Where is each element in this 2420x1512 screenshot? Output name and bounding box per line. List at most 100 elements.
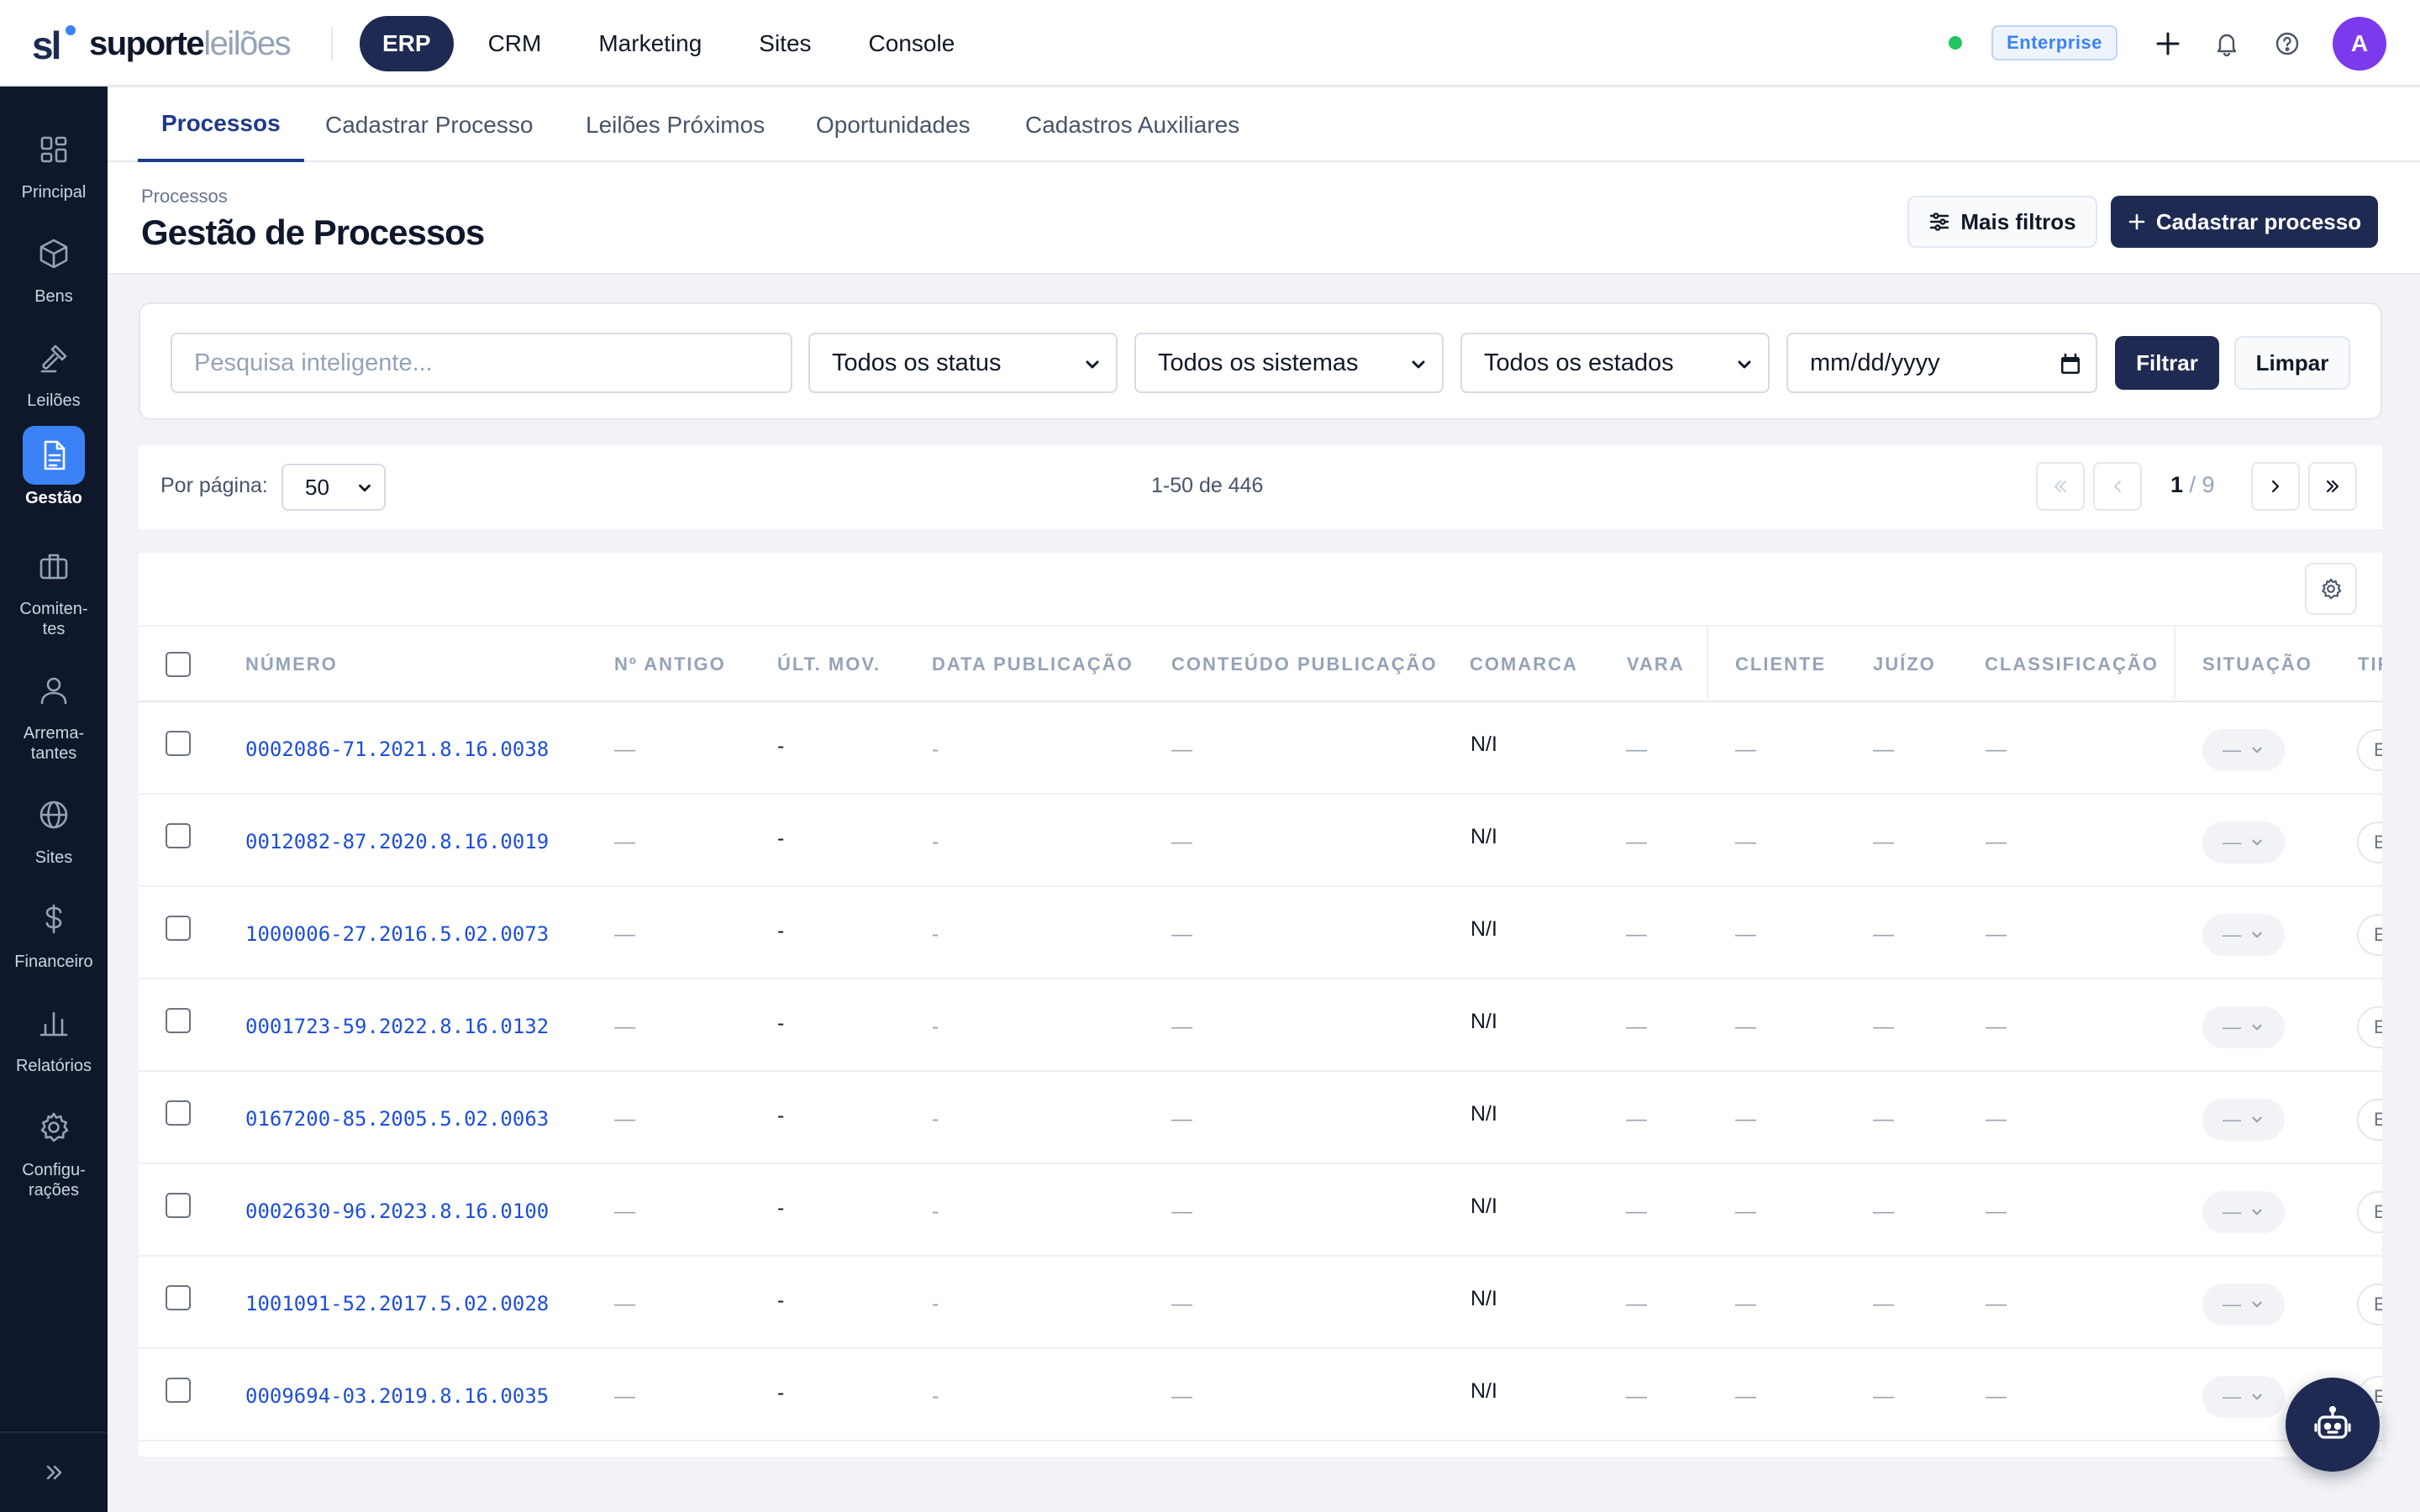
bell-icon[interactable] (2208, 25, 2245, 62)
tab-processos[interactable]: Processos (138, 88, 304, 162)
situation-select[interactable]: — (2202, 729, 2285, 771)
process-number-link[interactable]: 0009694-03.2019.8.16.0035 (245, 1384, 549, 1408)
column-header-juizo[interactable]: JUÍZO (1873, 627, 1936, 702)
row-checkbox[interactable] (166, 916, 191, 941)
situation-select[interactable]: — (2202, 1099, 2285, 1141)
situation-select[interactable]: — (2202, 1191, 2285, 1233)
sidebar-item-bens[interactable]: Bens (0, 224, 108, 307)
row-checkbox[interactable] (166, 1378, 191, 1403)
apply-filter-button[interactable]: Filtrar (2115, 336, 2219, 390)
table-row[interactable]: 0002630-96.2023.8.16.0100 — - - — N/I — — — — — E (139, 1164, 2382, 1257)
column-header-situacao[interactable]: SITUAÇÃO (2202, 627, 2312, 702)
last-page-button[interactable] (2308, 462, 2357, 511)
type-badge[interactable]: E (2357, 1284, 2382, 1326)
table-row[interactable]: 1001091-52.2017.5.02.0028 — - - — N/I — — — — — E (139, 1257, 2382, 1349)
type-badge[interactable]: E (2357, 1191, 2382, 1233)
process-number-link[interactable]: 1001091-52.2017.5.02.0028 (245, 1292, 549, 1315)
process-number-link[interactable]: 0167200-85.2005.5.02.0063 (245, 1107, 549, 1131)
briefcase-icon (23, 537, 85, 596)
sidebar-item-leiloes[interactable]: Leilões (0, 328, 108, 411)
tab-oportunidades[interactable]: Oportunidades (816, 88, 971, 162)
breadcrumb[interactable]: Processos (141, 186, 228, 207)
help-icon[interactable] (2269, 25, 2306, 62)
dollar-icon (23, 890, 85, 948)
sidebar-item-relatorios[interactable]: Relatórios (0, 994, 108, 1076)
clear-filter-button[interactable]: Limpar (2234, 336, 2350, 390)
row-checkbox[interactable] (166, 1100, 191, 1126)
type-badge[interactable]: E (2357, 1006, 2382, 1048)
sidebar-item-sites[interactable]: Sites (0, 785, 108, 868)
nav-console[interactable]: Console (846, 16, 978, 71)
sidebar-item-arrematantes[interactable]: Arrema- tantes (0, 661, 108, 764)
create-process-button[interactable]: Cadastrar processo (2111, 196, 2378, 248)
situation-select[interactable]: — (2202, 822, 2285, 864)
column-header-conteudo-publicacao[interactable]: CONTEÚDO PUBLICAÇÃO (1171, 627, 1438, 702)
system-select[interactable]: Todos os sistemas (1134, 333, 1444, 393)
column-header-ultima-movimentacao[interactable]: ÚLT. MOV. (777, 627, 881, 702)
column-header-comarca[interactable]: COMARCA (1470, 627, 1578, 702)
process-number-link[interactable]: 0002086-71.2021.8.16.0038 (245, 738, 549, 761)
sidebar-item-principal[interactable]: Principal (0, 120, 108, 202)
row-checkbox[interactable] (166, 1285, 191, 1310)
status-select[interactable]: Todos os status (808, 333, 1118, 393)
brand-logo[interactable]: sl suporteleilões (32, 22, 292, 66)
page-header: Processos Gestão de Processos Mais filtr… (108, 162, 2420, 275)
table-settings-button[interactable] (2305, 563, 2357, 615)
column-header-numero-antigo[interactable]: Nº ANTIGO (614, 627, 726, 702)
column-header-tipo[interactable]: TIP (2358, 627, 2382, 702)
type-badge[interactable]: E (2357, 914, 2382, 956)
tab-leiloes-proximos[interactable]: Leilões Próximos (586, 88, 765, 162)
situation-select[interactable]: — (2202, 914, 2285, 956)
sidebar-item-configuracoes[interactable]: Configu- rações (0, 1098, 108, 1200)
table-row[interactable]: 0002086-71.2021.8.16.0038 — - - — N/I — — — — — E (139, 702, 2382, 795)
date-input[interactable]: mm/dd/yyyy (1786, 333, 2097, 393)
table-row[interactable]: 0167200-85.2005.5.02.0063 — - - — N/I — — — — — E (139, 1072, 2382, 1164)
column-header-data-publicacao[interactable]: DATA PUBLICAÇÃO (932, 627, 1134, 702)
first-page-button[interactable] (2036, 462, 2085, 511)
tab-cadastrar-processo[interactable]: Cadastrar Processo (325, 88, 533, 162)
assistant-button[interactable] (2286, 1378, 2380, 1472)
tab-cadastros-auxiliares[interactable]: Cadastros Auxiliares (1025, 88, 1239, 162)
process-number-link[interactable]: 0001723-59.2022.8.16.0132 (245, 1015, 549, 1038)
calendar-icon[interactable] (2059, 353, 2082, 376)
situation-select[interactable]: — (2202, 1284, 2285, 1326)
table-row[interactable]: 0012082-87.2020.8.16.0019 — - - — N/I — — — — — E (139, 795, 2382, 887)
next-page-button[interactable] (2251, 462, 2300, 511)
table-row[interactable]: 0009694-03.2019.8.16.0035— - - — N/I — — — — — E (139, 1349, 2382, 1441)
per-page-select[interactable]: 50 (281, 464, 386, 511)
situation-select[interactable]: — (2202, 1376, 2285, 1418)
state-select[interactable]: Todos os estados (1460, 333, 1770, 393)
user-avatar[interactable]: A (2333, 17, 2386, 71)
row-checkbox[interactable] (166, 731, 191, 756)
plus-icon[interactable] (2149, 25, 2186, 62)
prev-page-button[interactable] (2093, 462, 2142, 511)
nav-sites[interactable]: Sites (736, 16, 834, 71)
sidebar-collapse-button[interactable] (0, 1431, 108, 1512)
sidebar-item-financeiro[interactable]: Financeiro (0, 890, 108, 972)
column-header-classificacao[interactable]: CLASSIFICAÇÃO (1985, 627, 2159, 702)
situation-select[interactable]: — (2202, 1006, 2285, 1048)
cell-vara: — (1626, 738, 1647, 761)
type-badge[interactable]: E (2357, 1099, 2382, 1141)
process-number-link[interactable]: 0002630-96.2023.8.16.0100 (245, 1200, 549, 1223)
row-checkbox[interactable] (166, 1008, 191, 1033)
sidebar-item-comitentes[interactable]: Comiten- tes (0, 537, 108, 639)
nav-crm[interactable]: CRM (466, 16, 565, 71)
smart-search-input[interactable]: Pesquisa inteligente... (171, 333, 792, 393)
type-badge[interactable]: E (2357, 822, 2382, 864)
more-filters-button[interactable]: Mais filtros (1907, 196, 2097, 248)
type-badge[interactable]: E (2357, 729, 2382, 771)
process-number-link[interactable]: 0012082-87.2020.8.16.0019 (245, 830, 549, 853)
select-all-checkbox[interactable] (166, 652, 191, 677)
process-number-link[interactable]: 1000006-27.2016.5.02.0073 (245, 922, 549, 946)
row-checkbox[interactable] (166, 823, 191, 848)
table-row[interactable]: 1000006-27.2016.5.02.0073 — - - — N/I — — — — — E (139, 887, 2382, 979)
sidebar-item-gestao[interactable]: Gestão (0, 426, 108, 508)
column-header-cliente[interactable]: CLIENTE (1735, 627, 1826, 702)
column-header-vara[interactable]: VARA (1627, 627, 1685, 702)
column-header-numero[interactable]: NÚMERO (245, 627, 338, 702)
row-checkbox[interactable] (166, 1193, 191, 1218)
table-row[interactable]: 0001723-59.2022.8.16.0132 — - - — N/I — — — — — E (139, 979, 2382, 1072)
nav-marketing[interactable]: Marketing (576, 16, 724, 71)
nav-erp[interactable]: ERP (360, 16, 454, 71)
